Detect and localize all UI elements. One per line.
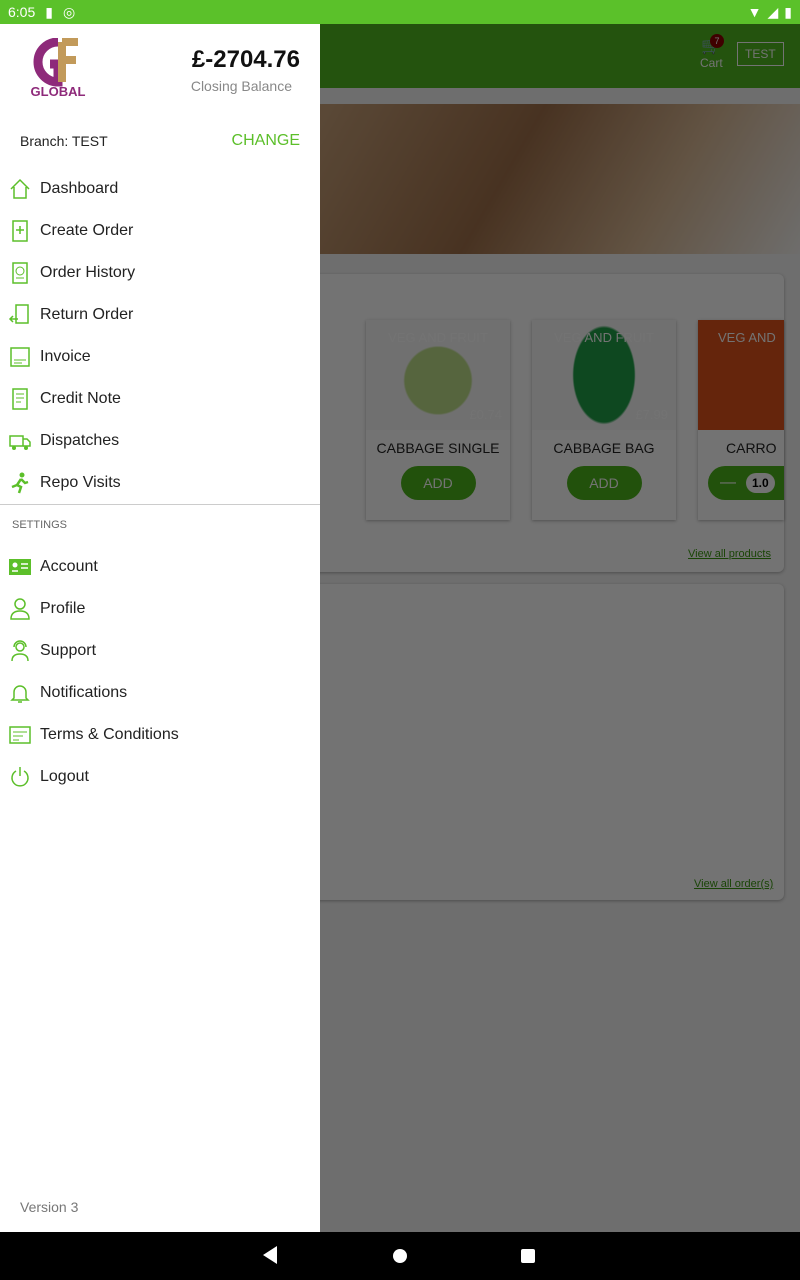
product-name: CARRO <box>726 440 777 456</box>
sync-icon: ◎ <box>62 3 76 20</box>
menu-item-terms-conditions[interactable]: Terms & Conditions <box>0 714 320 756</box>
quantity-value[interactable]: 1.0 <box>746 473 775 493</box>
menu-item-repo-visits[interactable]: Repo Visits <box>0 462 320 504</box>
id-card-icon <box>9 559 31 575</box>
return-order-icon <box>8 304 29 324</box>
bell-icon <box>10 685 30 703</box>
branch-button[interactable]: TEST <box>737 42 784 66</box>
cart-button[interactable]: 🛒 7 Cart <box>700 34 724 70</box>
truck-icon <box>9 435 31 450</box>
recents-icon[interactable] <box>521 1249 535 1263</box>
menu-item-label: Terms & Conditions <box>40 726 179 743</box>
product-card[interactable]: VEG AND FRUIT £0.74 CABBAGE SINGLE ADD <box>366 320 510 520</box>
menu-item-label: Return Order <box>40 306 134 323</box>
minus-icon[interactable]: — <box>720 474 736 492</box>
menu-item-label: Account <box>40 558 98 575</box>
orders-card <box>300 584 784 900</box>
cart-label: Cart <box>700 56 723 70</box>
version-label: Version 3 <box>20 1199 79 1215</box>
divider <box>0 504 320 505</box>
menu-item-label: Credit Note <box>40 390 121 407</box>
product-price: £7.99 <box>635 407 668 422</box>
change-branch-button[interactable]: CHANGE <box>232 132 300 150</box>
product-card[interactable]: VEG AND FRUIT £7.99 CABBAGE BAG ADD <box>532 320 676 520</box>
menu-item-label: Logout <box>40 768 89 785</box>
menu-item-label: Create Order <box>40 222 134 239</box>
add-button[interactable]: ADD <box>400 466 476 500</box>
clock: 6:05 <box>8 4 36 20</box>
menu-item-order-history[interactable]: Order History <box>0 252 320 294</box>
power-icon <box>11 767 29 787</box>
sd-card-icon: ▮ <box>45 3 53 20</box>
menu-item-dashboard[interactable]: Dashboard <box>0 168 320 210</box>
closing-balance-label: Closing Balance <box>190 78 292 94</box>
settings-header: SETTINGS <box>12 519 68 531</box>
menu-item-label: Invoice <box>40 348 91 365</box>
menu-item-invoice[interactable]: Invoice <box>0 336 320 378</box>
menu-item-account[interactable]: Account <box>0 546 320 588</box>
closing-balance-value: £-2704.76 <box>191 46 300 73</box>
svg-text:GLOBAL: GLOBAL <box>31 84 86 99</box>
menu-item-label: Order History <box>40 264 136 281</box>
menu-item-label: Notifications <box>40 684 128 701</box>
view-all-orders-link[interactable]: View all order(s) <box>694 878 773 890</box>
menu-item-dispatches[interactable]: Dispatches <box>0 420 320 462</box>
signal-icon: ◢ <box>767 4 779 20</box>
battery-icon: ▮ <box>784 4 792 20</box>
support-icon <box>11 640 29 662</box>
home-icon <box>10 178 30 199</box>
branch-label: Branch: TEST <box>20 133 108 149</box>
menu-item-label: Dispatches <box>40 432 120 449</box>
wifi-icon: ▼ <box>747 4 762 20</box>
product-card[interactable]: VEG AND CARRO — 1.0 <box>698 320 784 520</box>
menu-item-label: Dashboard <box>40 180 119 197</box>
product-category: VEG AND <box>718 330 776 345</box>
credit-note-icon <box>12 388 28 410</box>
menu-item-return-order[interactable]: Return Order <box>0 294 320 336</box>
product-name: CABBAGE BAG <box>553 440 655 456</box>
global-foods-logo: GLOBAL <box>24 37 94 102</box>
document-icon <box>9 726 31 744</box>
view-all-products-link[interactable]: View all products <box>688 548 771 560</box>
cart-badge: 7 <box>710 34 724 48</box>
menu-item-profile[interactable]: Profile <box>0 588 320 630</box>
banner-image <box>320 104 800 254</box>
person-icon <box>10 598 30 620</box>
system-nav-bar <box>0 1232 800 1280</box>
running-person-icon <box>11 472 29 494</box>
menu-item-label: Support <box>40 642 97 659</box>
product-price: £0.74 <box>469 407 502 422</box>
create-order-icon <box>12 220 28 242</box>
status-bar: 6:05 ▮ ◎ ▼ ◢ ▮ <box>0 0 800 24</box>
menu-item-create-order[interactable]: Create Order <box>0 210 320 252</box>
back-icon[interactable] <box>263 1246 277 1264</box>
menu-item-credit-note[interactable]: Credit Note <box>0 378 320 420</box>
order-history-icon <box>12 262 28 284</box>
invoice-icon <box>10 347 30 367</box>
add-button[interactable]: ADD <box>566 466 642 500</box>
menu-item-support[interactable]: Support <box>0 630 320 672</box>
navigation-drawer: GLOBAL £-2704.76 Closing Balance Branch:… <box>0 24 320 1232</box>
quantity-stepper[interactable]: — 1.0 <box>708 466 784 500</box>
menu-item-notifications[interactable]: Notifications <box>0 672 320 714</box>
menu-item-label: Repo Visits <box>40 474 121 491</box>
home-nav-icon[interactable] <box>393 1249 407 1263</box>
product-category: VEG AND FRUIT <box>554 330 654 345</box>
menu-item-label: Profile <box>40 600 86 617</box>
product-name: CABBAGE SINGLE <box>376 440 500 456</box>
product-category: VEG AND FRUIT <box>388 330 488 345</box>
menu-item-logout[interactable]: Logout <box>0 756 320 798</box>
